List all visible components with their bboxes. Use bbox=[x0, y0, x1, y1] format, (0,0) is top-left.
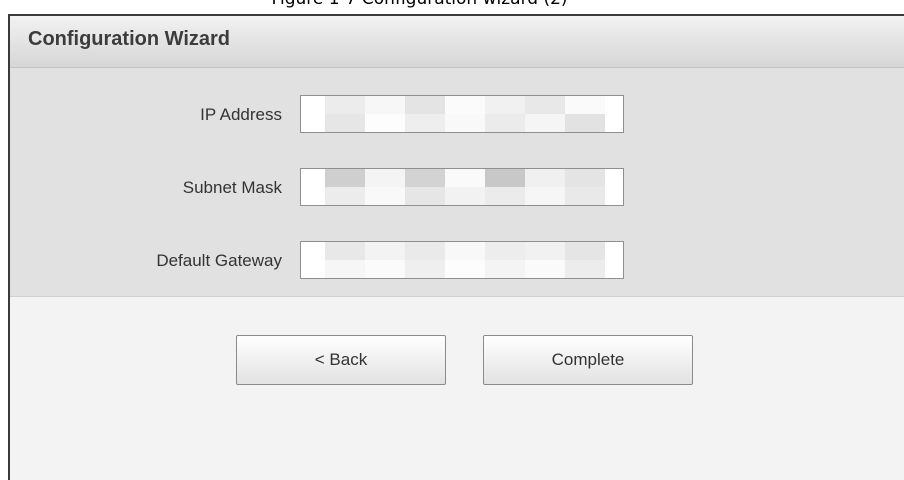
default-gateway-row: Default Gateway bbox=[10, 241, 904, 279]
default-gateway-input[interactable] bbox=[300, 241, 624, 279]
ip-address-row: IP Address bbox=[10, 95, 904, 133]
button-bar: < Back Complete bbox=[10, 297, 904, 480]
back-button[interactable]: < Back bbox=[236, 335, 446, 385]
redaction-mosaic bbox=[325, 242, 605, 278]
subnet-mask-input[interactable] bbox=[300, 168, 624, 206]
network-form: IP Address Subnet Mask Default Gateway bbox=[10, 68, 904, 297]
ip-address-label: IP Address bbox=[200, 105, 282, 124]
dialog-titlebar: Configuration Wizard bbox=[10, 16, 904, 68]
default-gateway-label: Default Gateway bbox=[156, 251, 282, 270]
subnet-mask-label: Subnet Mask bbox=[182, 178, 282, 197]
redaction-mosaic bbox=[325, 169, 605, 205]
complete-button[interactable]: Complete bbox=[483, 335, 693, 385]
dialog-title: Configuration Wizard bbox=[28, 28, 231, 50]
subnet-mask-row: Subnet Mask bbox=[10, 168, 904, 206]
ip-address-input[interactable] bbox=[300, 95, 624, 133]
configuration-wizard-dialog: Configuration Wizard IP Address Subnet M… bbox=[8, 14, 904, 480]
figure-caption: Figure 1-7 Configuration wizard (2) bbox=[0, 0, 904, 14]
redaction-mosaic bbox=[325, 96, 605, 132]
